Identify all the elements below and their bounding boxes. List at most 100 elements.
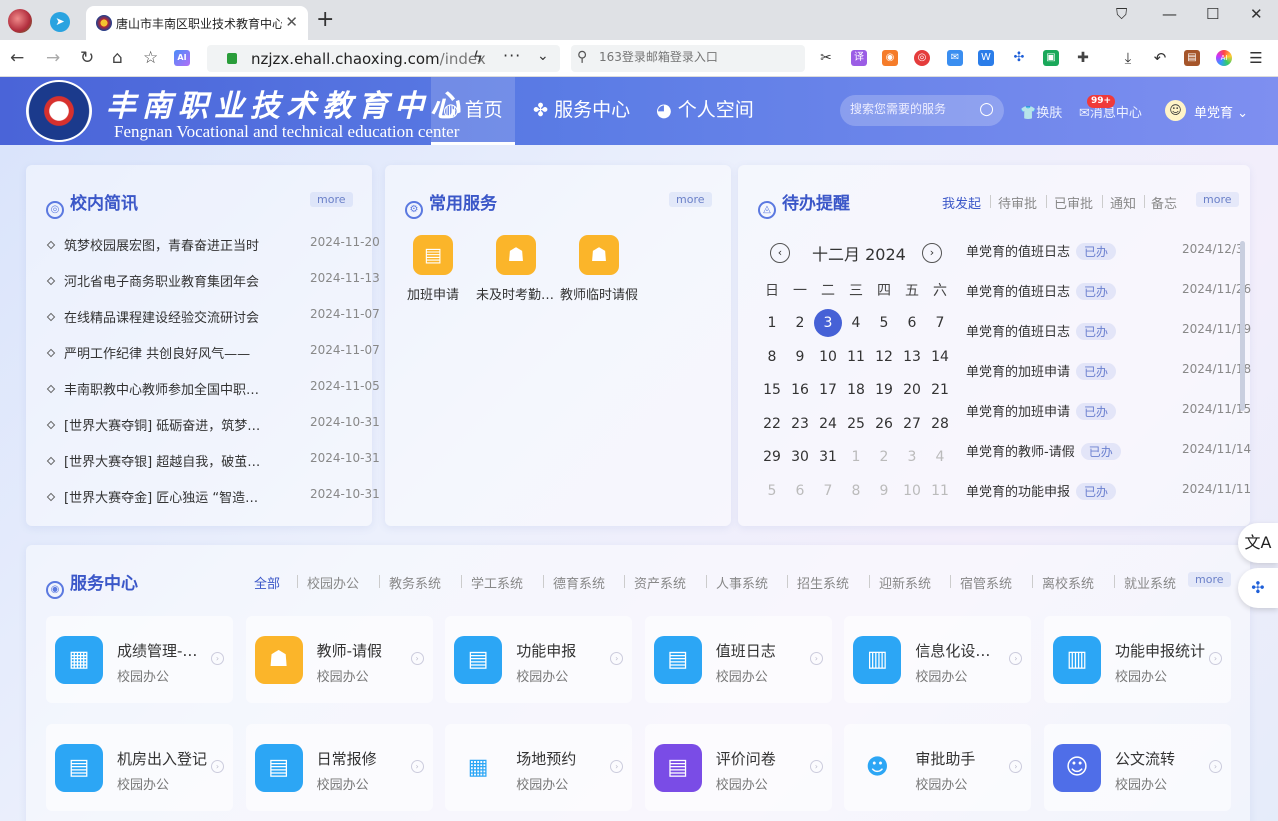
calendar-day[interactable]: 22 [758, 410, 786, 438]
briefcase-icon[interactable]: ▤ [1184, 50, 1200, 66]
calendar-day[interactable]: 21 [926, 376, 954, 404]
service-center-more-button[interactable]: more [1188, 572, 1231, 587]
minimize-icon[interactable]: — [1162, 5, 1177, 23]
calendar-day[interactable]: 11 [926, 477, 954, 505]
app-card[interactable]: ▤ 值班日志 校园办公 › [644, 616, 832, 703]
scissors-icon[interactable]: ✂ [818, 50, 834, 66]
todo-item[interactable]: 单党育的加班申请 已办 2024/11/18 [966, 361, 1251, 380]
category-tab[interactable]: 离校系统 [1042, 573, 1094, 592]
calendar-day[interactable]: 7 [926, 309, 954, 337]
ai-assistant-icon[interactable]: AI [1216, 50, 1232, 66]
tab-approved[interactable]: 已审批 [1054, 193, 1093, 212]
nav-home[interactable]: ◍ 首页 [431, 77, 515, 145]
calendar-day[interactable]: 2 [786, 309, 814, 337]
news-more-button[interactable]: more [310, 192, 353, 207]
calendar-day[interactable]: 14 [926, 343, 954, 371]
back-icon[interactable]: ← [10, 48, 24, 68]
calendar-day[interactable]: 6 [898, 309, 926, 337]
calendar-day[interactable]: 24 [814, 410, 842, 438]
forward-icon[interactable]: → [46, 48, 60, 68]
category-tab[interactable]: 资产系统 [634, 573, 686, 592]
calendar-day[interactable]: 8 [842, 477, 870, 505]
app-card[interactable]: ☺ 公文流转 校园办公 › [1044, 724, 1231, 811]
calendar-day[interactable]: 9 [870, 477, 898, 505]
category-tab[interactable]: 就业系统 [1124, 573, 1176, 592]
app-card[interactable]: ☗ 教师-请假 校园办公 › [245, 616, 433, 703]
new-tab-icon[interactable]: + [316, 7, 334, 32]
game-ext-icon[interactable]: ◉ [882, 50, 898, 66]
calendar-day[interactable]: 19 [870, 376, 898, 404]
book-ext-icon[interactable]: ▣ [1043, 50, 1059, 66]
mail-ext-icon[interactable]: ✉ [947, 50, 963, 66]
tab-pending[interactable]: 待审批 [998, 193, 1037, 212]
calendar-day[interactable]: 23 [786, 410, 814, 438]
network-float-icon[interactable]: ✣ [1238, 568, 1278, 608]
app-card[interactable]: ▤ 评价问卷 校园办公 › [644, 724, 832, 811]
telegram-icon[interactable]: ➤ [50, 12, 70, 32]
category-tab[interactable]: 招生系统 [797, 573, 849, 592]
extensions-puzzle-icon[interactable]: ✚ [1075, 50, 1091, 66]
todo-item[interactable]: 单党育的功能申报 已办 2024/11/11 [966, 481, 1251, 500]
news-item[interactable]: 在线精品课程建设经验交流研讨会 2024-11-07 [46, 307, 380, 326]
calendar-day[interactable]: 10 [814, 343, 842, 371]
translate-ext-icon[interactable]: 译 [851, 50, 867, 66]
calendar-day[interactable]: 20 [898, 376, 926, 404]
header-search-input[interactable] [850, 102, 975, 116]
news-item[interactable]: [世界大赛夺银] 超越自我，破茧成蝶 2024-10-31 [46, 451, 380, 470]
tab-close-icon[interactable]: ✕ [285, 13, 298, 31]
calendar-day[interactable]: 10 [898, 477, 926, 505]
browser-search-input[interactable] [599, 50, 799, 64]
calendar-next-icon[interactable]: › [922, 243, 942, 263]
calendar-day[interactable]: 9 [786, 343, 814, 371]
calendar-day[interactable]: 18 [842, 376, 870, 404]
todo-item[interactable]: 单党育的教师-请假 已办 2024/11/14 [966, 441, 1251, 460]
todo-scrollbar[interactable] [1240, 241, 1245, 411]
download-icon[interactable]: ⤓ [1120, 50, 1136, 66]
news-item[interactable]: 筑梦校园展宏图，青春奋进正当时 2024-11-20 [46, 235, 380, 254]
chevron-down-icon[interactable]: ⌄ [537, 48, 549, 64]
calendar-day[interactable]: 28 [926, 410, 954, 438]
translate-float-icon[interactable]: 文A [1238, 523, 1278, 563]
news-item[interactable]: 河北省电子商务职业教育集团年会 2024-11-13 [46, 271, 380, 290]
calendar-day[interactable]: 3 [898, 443, 926, 471]
app-card[interactable]: ☻ 审批助手 校园办公 › [844, 724, 1032, 811]
news-item[interactable]: 丰南职教中心教师参加全国中职学校 2024-11-05 [46, 379, 380, 398]
calendar-day[interactable]: 25 [842, 410, 870, 438]
calendar-day[interactable]: 30 [786, 443, 814, 471]
news-item[interactable]: [世界大赛夺铜] 砥砺奋进，筑梦未来 2024-10-31 [46, 415, 380, 434]
calendar-day[interactable]: 5 [870, 309, 898, 337]
calendar-day[interactable]: 2 [870, 443, 898, 471]
service-attendance[interactable]: ☗ 未及时考勤说明 [476, 235, 556, 303]
browser-tab-active[interactable]: 唐山市丰南区职业技术教育中心 ✕ [86, 6, 308, 40]
app-card[interactable]: ▥ 功能申报统计 校园办公 › [1044, 616, 1231, 703]
calendar-day[interactable]: 3 [814, 309, 842, 337]
nav-service-center[interactable]: ✤ 服务中心 [533, 77, 630, 145]
user-menu[interactable]: 单党育 ⌄ [1194, 102, 1248, 121]
todo-item[interactable]: 单党育的加班申请 已办 2024/11/15 [966, 401, 1251, 420]
browser-search-field[interactable]: ⚲ [571, 45, 805, 72]
category-tab[interactable]: 全部 [254, 573, 280, 592]
category-tab[interactable]: 迎新系统 [879, 573, 931, 592]
todo-item[interactable]: 单党育的值班日志 已办 2024/11/19 [966, 321, 1251, 340]
user-avatar[interactable]: ☺ [1165, 100, 1186, 121]
more-dots-icon[interactable]: ··· [503, 46, 521, 65]
service-temp-leave[interactable]: ☗ 教师临时请假 [559, 235, 639, 303]
app-card[interactable]: ▤ 机房出入登记 校园办公 › [46, 724, 233, 811]
calendar-day[interactable]: 5 [758, 477, 786, 505]
ai-icon[interactable]: AI [174, 50, 190, 66]
app-card[interactable]: ▦ 场地预约 校园办公 › [445, 724, 633, 811]
category-tab[interactable]: 德育系统 [553, 573, 605, 592]
app-card[interactable]: ▦ 成绩管理-教师 校园办公 › [46, 616, 233, 703]
profile-avatar-icon[interactable] [8, 9, 32, 33]
news-item[interactable]: [世界大赛夺金] 匠心独运 “智造”未来 2024-10-31 [46, 487, 380, 506]
url-field[interactable]: nzjzx.ehall.chaoxing.com/index ϟ ··· ⌄ [207, 45, 560, 72]
calendar-day[interactable]: 15 [758, 376, 786, 404]
category-tab[interactable]: 教务系统 [389, 573, 441, 592]
maximize-icon[interactable]: ☐ [1206, 5, 1219, 23]
word-ext-icon[interactable]: W [978, 50, 994, 66]
calendar-prev-icon[interactable]: ‹ [770, 243, 790, 263]
undo-icon[interactable]: ↶ [1152, 50, 1168, 66]
calendar-day[interactable]: 12 [870, 343, 898, 371]
todo-item[interactable]: 单党育的值班日志 已办 2024/12/3 [966, 241, 1244, 260]
header-search[interactable]: ○ [840, 95, 1004, 126]
